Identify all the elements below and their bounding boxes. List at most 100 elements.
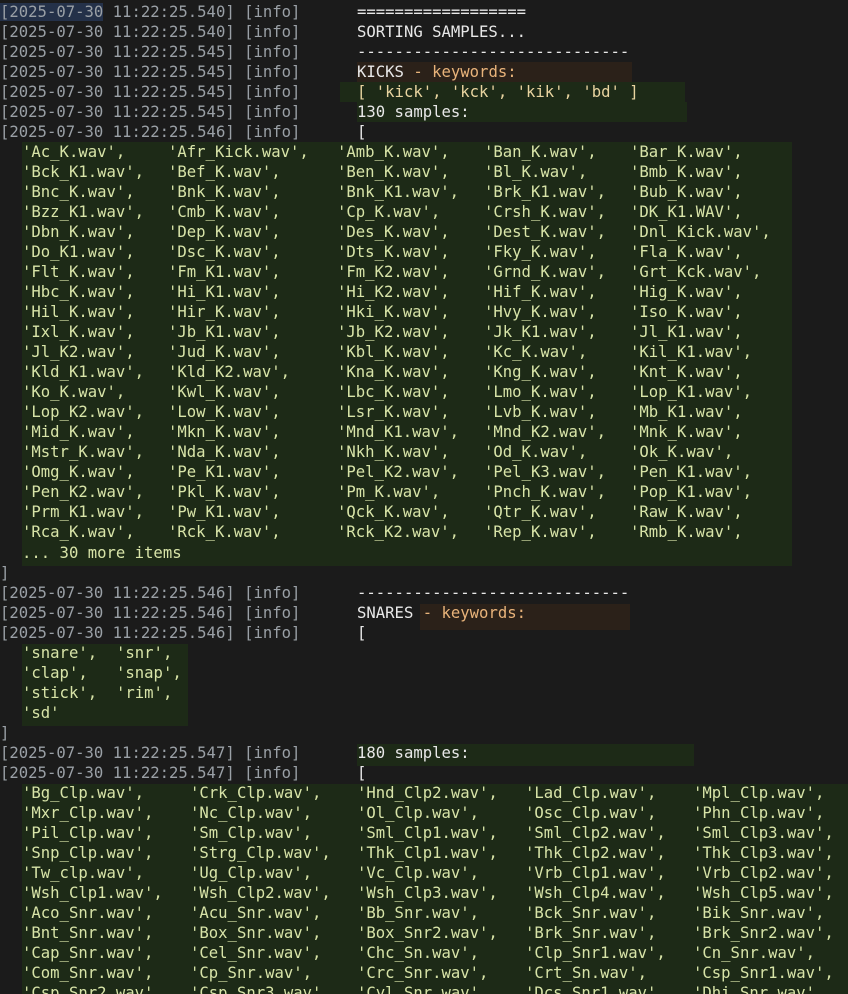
sample-file: 'Mb_K1.wav', bbox=[630, 403, 743, 421]
log-message: ================== bbox=[357, 3, 526, 21]
sample-file: 'Crt_Sn.wav', bbox=[525, 964, 648, 982]
sample-file: 'Osc_Clp.wav', bbox=[525, 804, 657, 822]
log-line: [2025-07-30 11:22:25.545] [info] KICKS - … bbox=[0, 62, 517, 82]
sample-file: 'Ol_Clp.wav', bbox=[357, 804, 480, 822]
close-bracket: ] bbox=[0, 724, 10, 742]
log-level: [info] bbox=[234, 3, 301, 21]
sample-file: 'Cp_Snr.wav', bbox=[190, 964, 313, 982]
sample-file: 'Nc_Clp.wav', bbox=[190, 804, 313, 822]
sample-file: 'Csp_Snr3.wav', bbox=[190, 984, 331, 994]
sample-file: 'Fky_K.wav', bbox=[484, 243, 597, 261]
log-message: SNARES - keywords: bbox=[357, 604, 527, 622]
sample-file: 'Ac_K.wav', bbox=[22, 143, 126, 161]
log-level: [info] bbox=[234, 43, 301, 61]
sample-file: 'Box_Snr.wav', bbox=[190, 924, 322, 942]
sample-file: 'Vrb_Clp1.wav', bbox=[525, 864, 666, 882]
sample-file: 'Dsc_K.wav', bbox=[168, 243, 281, 261]
log-date: [2025-07-30 bbox=[0, 3, 104, 21]
sample-file: 'Kil_K1.wav', bbox=[630, 343, 753, 361]
sample-file: 'Vrb_Clp2.wav', bbox=[693, 864, 834, 882]
sample-file: 'Mnk_K.wav', bbox=[630, 423, 743, 441]
sample-file: 'Acu_Snr.wav', bbox=[190, 904, 322, 922]
sample-file: 'Cyl_Snr.wav', bbox=[357, 984, 489, 994]
sample-file: 'Dest_K.wav', bbox=[484, 223, 607, 241]
log-message: ----------------------------- bbox=[357, 43, 630, 61]
sample-file: 'Lop_K1.wav', bbox=[630, 383, 753, 401]
sample-file: 'Iso_K.wav', bbox=[630, 303, 743, 321]
log-time: 11:22:25.546] bbox=[103, 123, 235, 141]
sample-file: 'Od_K.wav', bbox=[484, 443, 588, 461]
sample-file: 'Phn_Clp.wav', bbox=[693, 804, 825, 822]
log-message: SORTING SAMPLES... bbox=[357, 23, 526, 41]
sample-file: 'Qtr_K.wav', bbox=[484, 503, 597, 521]
sample-file: 'Crk_Clp.wav', bbox=[190, 784, 322, 802]
log-message: 130 samples: bbox=[357, 103, 470, 121]
sample-file: 'Bzz_K1.wav', bbox=[22, 203, 145, 221]
log-level: [info] bbox=[234, 83, 301, 101]
sample-file: 'Chc_Sn.wav', bbox=[357, 944, 480, 962]
sample-file: 'Kbl_K.wav', bbox=[337, 343, 450, 361]
sample-file: 'Thk_Clp2.wav', bbox=[525, 844, 666, 862]
sample-file: 'Jk_K1.wav', bbox=[484, 323, 597, 341]
log-time: 11:22:25.540] bbox=[103, 23, 235, 41]
sample-file: 'Crsh_K.wav', bbox=[484, 203, 607, 221]
sample-file: 'Cap_Snr.wav', bbox=[22, 944, 154, 962]
sample-file: 'Lvb_K.wav', bbox=[484, 403, 597, 421]
sample-file: 'Kld_K2.wav', bbox=[168, 363, 291, 381]
log-time: 11:22:25.545] bbox=[103, 43, 235, 61]
sample-file: 'Prm_K1.wav', bbox=[22, 503, 145, 521]
log-date: [2025-07-30 bbox=[0, 63, 104, 81]
sample-file: 'Pm_K.wav', bbox=[337, 483, 441, 501]
sample-file: 'Ben_K.wav', bbox=[337, 163, 450, 181]
sample-file: 'Csp_Snr1.wav', bbox=[693, 964, 834, 982]
snare-keyword: 'clap', bbox=[22, 664, 88, 682]
sample-file: 'Flt_K.wav', bbox=[22, 263, 135, 281]
log-line: [2025-07-30 11:22:25.546] [info] [ bbox=[0, 623, 366, 643]
sample-file: 'Pel_K2.wav', bbox=[337, 463, 460, 481]
log-level: [info] bbox=[234, 103, 301, 121]
sample-file: 'Hif_K.wav', bbox=[484, 283, 597, 301]
sample-file: 'Pel_K3.wav', bbox=[484, 463, 607, 481]
sample-file: 'Rca_K.wav', bbox=[22, 523, 135, 541]
sample-file: 'Jb_K1.wav', bbox=[168, 323, 281, 341]
sample-file: 'Ixl_K.wav', bbox=[22, 323, 135, 341]
sample-file: 'Mxr_Clp.wav', bbox=[22, 804, 154, 822]
sample-file: 'Tw_clp.wav', bbox=[22, 864, 145, 882]
log-level: [info] bbox=[234, 23, 301, 41]
sample-file: 'Wsh_Clp1.wav', bbox=[22, 884, 163, 902]
log-line: [2025-07-30 11:22:25.545] [info] 130 samp… bbox=[0, 102, 470, 122]
snare-keyword: 'stick', bbox=[22, 684, 98, 702]
sample-file: 'Mpl_Clp.wav', bbox=[693, 784, 825, 802]
log-time: 11:22:25.546] bbox=[103, 624, 235, 642]
log-date: [2025-07-30 bbox=[0, 584, 104, 602]
log-message: [ bbox=[357, 764, 367, 782]
sample-file: 'Lad_Clp.wav', bbox=[525, 784, 657, 802]
log-level: [info] bbox=[234, 123, 301, 141]
sample-file: 'Lop_K2.wav', bbox=[22, 403, 145, 421]
log-line: [2025-07-30 11:22:25.545] [info] [ 'kick'… bbox=[0, 82, 639, 102]
sample-file: 'Jb_K2.wav', bbox=[337, 323, 450, 341]
sample-file: 'Afr_Kick.wav', bbox=[168, 143, 309, 161]
keywords-label: - keywords: bbox=[413, 604, 527, 622]
sample-file: 'Hi_K1.wav', bbox=[168, 283, 281, 301]
sample-file: 'Qck_K.wav', bbox=[337, 503, 450, 521]
log-line: [2025-07-30 11:22:25.545] [info] --------… bbox=[0, 42, 629, 62]
sample-file: 'Cel_Snr.wav', bbox=[190, 944, 322, 962]
sample-file: 'Csp_Snr2.wav', bbox=[22, 984, 163, 994]
sample-file: 'Bck_Snr.wav', bbox=[525, 904, 657, 922]
sample-file: 'Cp_K.wav', bbox=[337, 203, 441, 221]
sample-file: 'Pkl_K.wav', bbox=[168, 483, 281, 501]
sample-file: 'Dnl_Kick.wav', bbox=[630, 223, 771, 241]
sample-file: 'Kwl_K.wav', bbox=[168, 383, 281, 401]
sample-file: 'Bmb_K.wav', bbox=[630, 163, 743, 181]
log-line: [2025-07-30 11:22:25.547] [info] 180 samp… bbox=[0, 743, 470, 763]
log-line: [2025-07-30 11:22:25.546] [info] --------… bbox=[0, 583, 629, 603]
sample-file: 'Bef_K.wav', bbox=[168, 163, 281, 181]
sample-file: 'Omg_K.wav', bbox=[22, 463, 135, 481]
sample-file: 'Lmo_K.wav', bbox=[484, 383, 597, 401]
sample-file: 'Ban_K.wav', bbox=[484, 143, 597, 161]
log-line: [2025-07-30 11:22:25.540] [info] ========… bbox=[0, 2, 526, 22]
sample-file: 'Nkh_K.wav', bbox=[337, 443, 450, 461]
sample-file: 'Jud_K.wav', bbox=[168, 343, 281, 361]
sample-file: 'Sml_Clp3.wav', bbox=[693, 824, 834, 842]
